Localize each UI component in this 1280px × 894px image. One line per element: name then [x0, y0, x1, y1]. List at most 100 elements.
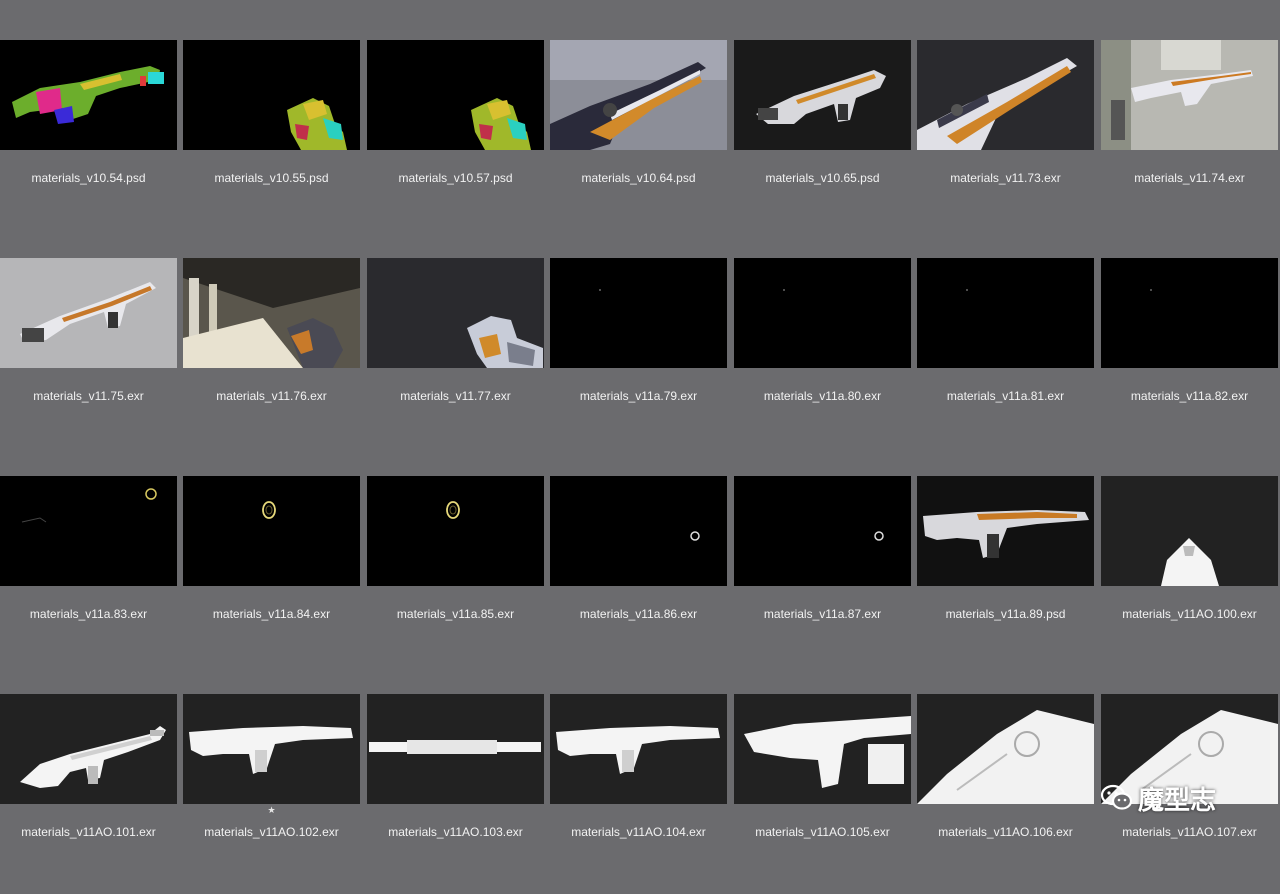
watermark: 魔型志: [1100, 780, 1250, 816]
file-name-label: materials_v11.76.exr: [216, 389, 327, 403]
file-tile[interactable]: materials_v11.73.exr: [917, 40, 1094, 240]
file-tile[interactable]: materials_v11a.89.psd: [917, 476, 1094, 676]
file-name-label: materials_v11AO.106.exr: [938, 825, 1073, 839]
file-name-label: materials_v11a.84.exr: [212, 607, 331, 621]
thumbnail-image: [0, 476, 177, 586]
thumbnail-image: [917, 40, 1094, 150]
file-name-label: materials_v11a.79.exr: [579, 389, 698, 403]
thumbnail-image: [550, 258, 727, 368]
file-name-label: materials_v11a.82.exr: [1130, 389, 1249, 403]
file-thumbnail[interactable]: [0, 476, 177, 586]
file-tile[interactable]: materials_v11.77.exr: [367, 258, 544, 458]
file-tile[interactable]: materials_v11a.85.exr: [367, 476, 544, 676]
file-tile[interactable]: materials_v11a.80.exr: [734, 258, 911, 458]
file-thumbnail[interactable]: [734, 694, 911, 804]
thumbnail-image: [367, 258, 544, 368]
file-tile[interactable]: materials_v11a.87.exr: [734, 476, 911, 676]
file-tile[interactable]: materials_v11a.84.exr: [183, 476, 360, 676]
file-tile[interactable]: materials_v11AO.101.exr: [0, 694, 177, 894]
file-thumbnail[interactable]: [0, 694, 177, 804]
file-thumbnail[interactable]: [734, 258, 911, 368]
file-tile[interactable]: materials_v10.55.psd: [183, 40, 360, 240]
file-thumbnail[interactable]: [550, 694, 727, 804]
file-name-label: materials_v11.74.exr: [1134, 171, 1245, 185]
file-thumbnail[interactable]: [183, 40, 360, 150]
file-thumbnail[interactable]: [1101, 258, 1278, 368]
file-name-label: materials_v11AO.105.exr: [755, 825, 890, 839]
file-thumbnail[interactable]: [550, 476, 727, 586]
file-thumbnail[interactable]: [183, 694, 360, 804]
file-tile[interactable]: materials_v11a.83.exr: [0, 476, 177, 676]
thumbnail-image: [183, 476, 360, 586]
file-name-label: materials_v10.57.psd: [398, 171, 513, 185]
file-thumbnail[interactable]: [367, 258, 544, 368]
file-thumbnail[interactable]: [1101, 476, 1278, 586]
file-name-label: materials_v11a.85.exr: [396, 607, 515, 621]
thumbnail-image: [550, 40, 727, 150]
file-thumbnail[interactable]: [917, 476, 1094, 586]
file-name-label: materials_v10.64.psd: [581, 171, 696, 185]
thumbnail-image: [1101, 476, 1278, 586]
file-tile[interactable]: materials_v10.54.psd: [0, 40, 177, 240]
file-thumbnail[interactable]: [367, 40, 544, 150]
file-tile[interactable]: materials_v10.64.psd: [550, 40, 727, 240]
file-thumbnail[interactable]: [734, 476, 911, 586]
file-thumbnail[interactable]: [1101, 40, 1278, 150]
file-thumbnail[interactable]: [917, 694, 1094, 804]
file-thumbnail[interactable]: [183, 258, 360, 368]
file-name-label: materials_v10.65.psd: [765, 171, 880, 185]
file-name-label: materials_v11.73.exr: [950, 171, 1061, 185]
file-thumbnail[interactable]: [917, 40, 1094, 150]
file-name-label: materials_v11AO.107.exr: [1122, 825, 1257, 839]
thumbnail-image: [183, 40, 360, 150]
file-name-label: materials_v11a.86.exr: [579, 607, 698, 621]
file-thumbnail[interactable]: [367, 476, 544, 586]
thumbnail-image: [367, 694, 544, 804]
thumbnail-image: [1101, 40, 1278, 150]
rating-star-icon: ★: [267, 805, 276, 815]
file-thumbnail[interactable]: [367, 694, 544, 804]
thumbnail-image: [734, 476, 911, 586]
file-tile[interactable]: materials_v11.75.exr: [0, 258, 177, 458]
thumbnail-image: [367, 40, 544, 150]
file-tile[interactable]: materials_v11AO.104.exr: [550, 694, 727, 894]
file-tile[interactable]: materials_v11a.86.exr: [550, 476, 727, 676]
wechat-logo-icon: [1100, 784, 1133, 810]
thumbnail-image: [183, 694, 360, 804]
file-thumbnail[interactable]: [734, 40, 911, 150]
thumbnail-image: [367, 476, 544, 586]
file-tile[interactable]: materials_v10.65.psd: [734, 40, 911, 240]
file-tile[interactable]: materials_v10.57.psd: [367, 40, 544, 240]
file-tile[interactable]: materials_v11AO.100.exr: [1101, 476, 1278, 676]
file-thumbnail[interactable]: [550, 258, 727, 368]
file-tile[interactable]: materials_v11.74.exr: [1101, 40, 1278, 240]
thumbnail-image: [0, 258, 177, 368]
file-tile[interactable]: materials_v11.76.exr: [183, 258, 360, 458]
file-name-label: materials_v10.54.psd: [31, 171, 146, 185]
file-tile[interactable]: materials_v11a.79.exr: [550, 258, 727, 458]
file-thumbnail[interactable]: [917, 258, 1094, 368]
file-name-label: materials_v11AO.104.exr: [571, 825, 706, 839]
file-thumbnail[interactable]: [0, 258, 177, 368]
file-tile[interactable]: materials_v11AO.106.exr: [917, 694, 1094, 894]
file-thumbnail[interactable]: [0, 40, 177, 150]
file-tile[interactable]: ★ materials_v11AO.102.exr: [183, 694, 360, 894]
file-tile[interactable]: materials_v11a.82.exr: [1101, 258, 1278, 458]
file-thumbnail[interactable]: [183, 476, 360, 586]
file-name-label: materials_v11AO.103.exr: [388, 825, 523, 839]
file-browser-grid: materials_v10.54.psd materials_v10.55.ps…: [0, 0, 1280, 854]
file-tile[interactable]: materials_v11a.81.exr: [917, 258, 1094, 458]
file-name-label: materials_v11AO.100.exr: [1122, 607, 1257, 621]
file-name-label: materials_v11.77.exr: [400, 389, 511, 403]
thumbnail-image: [734, 258, 911, 368]
thumbnail-image: [734, 694, 911, 804]
file-name-label: materials_v11a.89.psd: [945, 607, 1066, 621]
file-name-label: materials_v11.75.exr: [33, 389, 144, 403]
file-thumbnail[interactable]: [550, 40, 727, 150]
file-tile[interactable]: materials_v11AO.103.exr: [367, 694, 544, 894]
file-tile[interactable]: materials_v11AO.105.exr: [734, 694, 911, 894]
file-name-label: materials_v11AO.101.exr: [21, 825, 156, 839]
file-name-label: materials_v11a.87.exr: [763, 607, 882, 621]
thumbnail-image: [183, 258, 360, 368]
thumbnail-image: [550, 694, 727, 804]
